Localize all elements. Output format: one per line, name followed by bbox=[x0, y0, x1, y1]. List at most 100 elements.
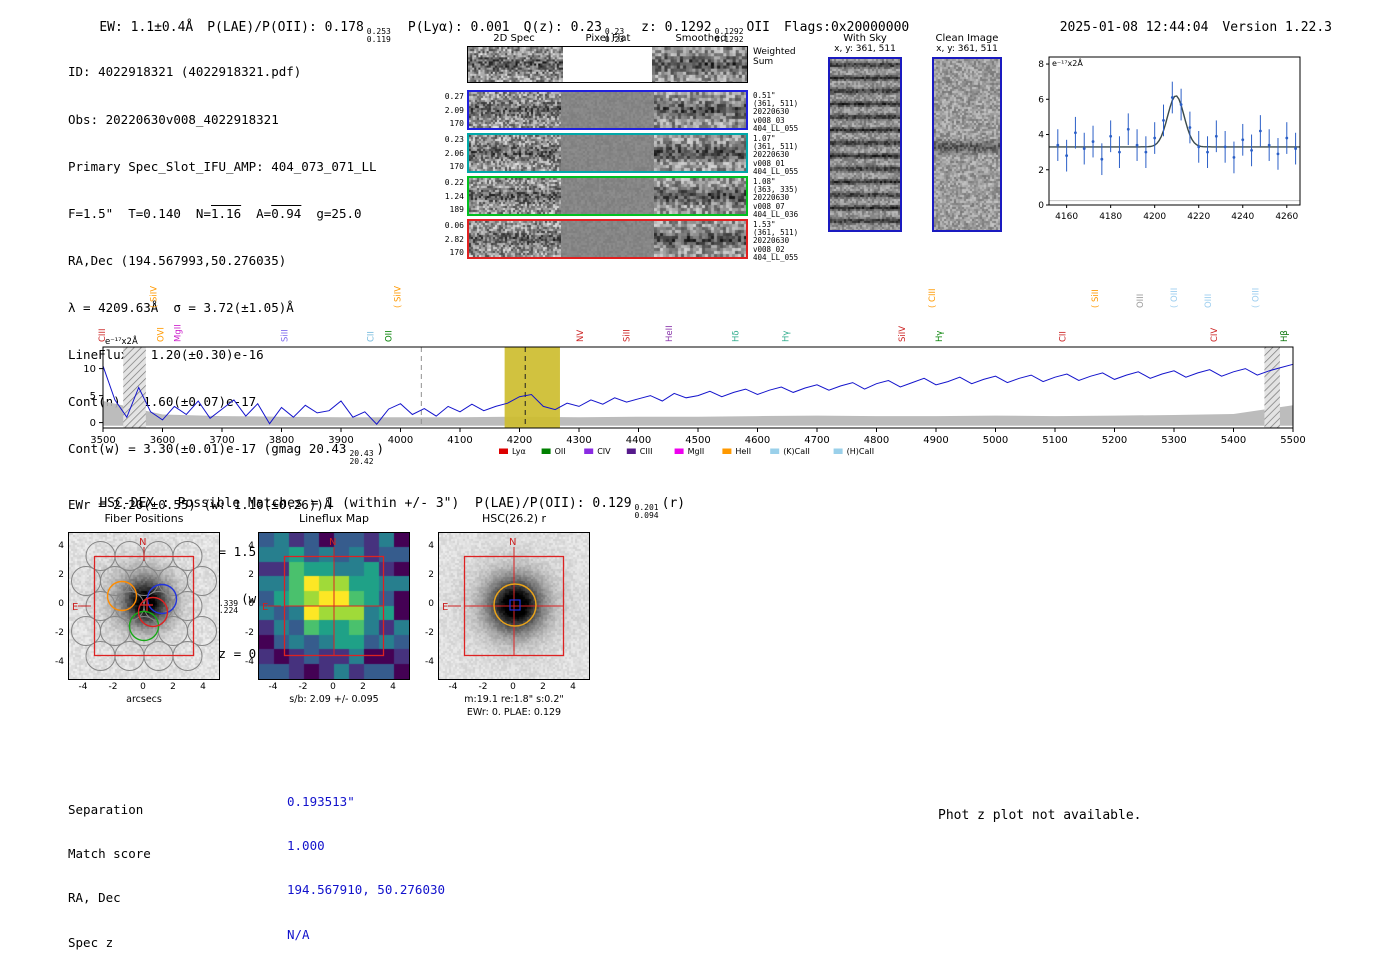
east-label: E bbox=[72, 602, 78, 613]
data-point bbox=[1179, 103, 1183, 106]
data-point bbox=[1241, 138, 1245, 142]
report-datetime: 2025-01-08 12:44:04 bbox=[1059, 20, 1209, 35]
emission-line-label: Hβ bbox=[1280, 330, 1290, 342]
y-tick-label: 4 bbox=[248, 540, 254, 551]
fiber-row: 0.06 2.82 170 1.53" (361, 511) 20220630 v008_… bbox=[445, 219, 798, 262]
fiber-pixel-flat-image bbox=[561, 178, 654, 214]
data-point bbox=[1082, 147, 1086, 151]
emission-line-label: ( SiII bbox=[1091, 289, 1101, 308]
y-tick-label: 4 bbox=[58, 540, 64, 551]
x-tick-label: 4220 bbox=[1187, 212, 1210, 222]
x-tick-label: 4 bbox=[570, 682, 576, 692]
spectrum-line bbox=[102, 363, 1294, 425]
fiber-row-weights: 0.27 2.09 170 bbox=[444, 92, 464, 128]
x-tick-label: 4500 bbox=[685, 435, 710, 446]
data-point bbox=[1232, 156, 1236, 159]
x-tick-label: -4 bbox=[268, 682, 278, 692]
x-tick-label: 3800 bbox=[269, 435, 294, 446]
weighted-sum-row bbox=[467, 46, 748, 83]
fiber-circle bbox=[100, 616, 130, 646]
x-tick-label: 2 bbox=[170, 682, 176, 692]
info-line-aperture: F=1.5" T=0.140 N=1.16 A=0.94 g=25.0 bbox=[68, 205, 362, 221]
fiber-circle bbox=[129, 566, 159, 596]
fiber-positions-cutout: Fiber Positions NE arcsecs -4 -4 -2 -2 0 0 2 2 4… bbox=[44, 510, 244, 725]
fiber-circle bbox=[158, 616, 188, 646]
match-field-value: N/A bbox=[287, 926, 310, 942]
emission-line-label: ( CIII bbox=[928, 289, 938, 308]
data-point bbox=[1118, 150, 1121, 154]
masked-region bbox=[1264, 347, 1280, 428]
emission-line-label: OIII bbox=[1204, 294, 1214, 308]
data-point bbox=[1056, 143, 1060, 147]
x-tick-label: 4800 bbox=[864, 435, 889, 446]
fiber-circle bbox=[158, 566, 188, 596]
fiber-row-annotation: 1.07" (361, 511) 20220630 v008_01 404_LL_055 bbox=[753, 134, 799, 176]
data-point bbox=[1258, 129, 1262, 133]
match-field-value: 194.567910, 50.276030 bbox=[287, 882, 446, 898]
x-tick-label: 3700 bbox=[209, 435, 234, 446]
y-tick-label: 2 bbox=[58, 569, 64, 580]
fiber-row: 0.23 2.06 170 1.07" (361, 511) 20220630 v008_… bbox=[445, 133, 798, 176]
noise-envelope bbox=[103, 401, 1293, 426]
lineflux-map-cutout: Lineflux Map NE s/b: 2.09 +/- 0.095 -4 -4… bbox=[234, 510, 434, 725]
data-point bbox=[1170, 96, 1174, 99]
info-line-id: ID: 4022918321 (4022918321.pdf) bbox=[68, 64, 302, 80]
hsc-r-cutout: HSC(26.2) r NE m:19.1 re:1.8" s:0.2" EWr… bbox=[414, 510, 614, 725]
info-line-primary: Primary Spec_Slot_IFU_AMP: 404_073_071_L… bbox=[68, 158, 377, 174]
match-field-value: 1.000 bbox=[287, 837, 325, 853]
emission-line-label: SiIV bbox=[898, 326, 908, 342]
data-point bbox=[1267, 143, 1271, 147]
data-point bbox=[1074, 131, 1077, 135]
fiber-circle bbox=[172, 591, 203, 621]
emission-line-label: ( SiIV bbox=[150, 286, 160, 308]
emission-line-label: Hγ bbox=[935, 331, 945, 342]
cutout-title: HSC(26.2) r bbox=[481, 512, 547, 525]
cutout-caption: EWr: 0. PLAE: 0.129 bbox=[466, 707, 562, 718]
data-point bbox=[1214, 134, 1218, 138]
fiber-rows: 0.27 2.09 170 0.51" (361, 511) 20220630 v008_… bbox=[445, 90, 798, 262]
y-tick-label: 2 bbox=[428, 569, 434, 580]
y-tick-label: -2 bbox=[55, 628, 64, 639]
col-title-pixelflat: Pixel Flat bbox=[585, 33, 631, 44]
lineflux-map-plot: NE bbox=[258, 532, 410, 680]
data-point bbox=[1294, 147, 1297, 151]
match-field-label: RA, Dec bbox=[68, 890, 121, 906]
emission-line-label: HeII bbox=[665, 325, 675, 342]
emission-line-label: CIV bbox=[1210, 328, 1220, 342]
x-tick-label: 3600 bbox=[150, 435, 175, 446]
legend-label: HeII bbox=[735, 447, 751, 456]
x-tick-label: 4300 bbox=[566, 435, 591, 446]
data-point bbox=[1126, 127, 1130, 131]
x-tick-label: -4 bbox=[448, 682, 458, 692]
legend-label: CIV bbox=[597, 447, 611, 456]
y-tick-label: -4 bbox=[55, 657, 64, 668]
fiber-row: 0.27 2.09 170 0.51" (361, 511) 20220630 v008_… bbox=[445, 90, 798, 133]
data-point bbox=[1144, 150, 1148, 154]
fiber-circle bbox=[71, 566, 101, 596]
y-tick-label: 0 bbox=[248, 599, 254, 609]
fiber-pixel-flat-image bbox=[561, 135, 654, 171]
x-tick-label: 4900 bbox=[923, 435, 948, 446]
y-tick-label: 0 bbox=[428, 599, 434, 609]
x-tick-label: -2 bbox=[108, 682, 118, 692]
emission-line-label: MgII bbox=[173, 324, 183, 342]
fiber-smoothed-image bbox=[654, 221, 746, 257]
fiber-2d-spec-image bbox=[469, 221, 561, 257]
report-version: Version 1.22.3 bbox=[1222, 20, 1332, 35]
legend-swatch bbox=[541, 448, 551, 454]
clean-image-title: Clean Image bbox=[935, 33, 999, 44]
emission-line-label: OIII bbox=[1136, 294, 1146, 308]
fiber-pixel-flat-image bbox=[561, 92, 654, 128]
north-label: N bbox=[509, 537, 516, 548]
match-field-label: Separation bbox=[68, 801, 144, 817]
x-tick-label: 4200 bbox=[1143, 212, 1166, 222]
fiber-circle bbox=[187, 616, 217, 646]
data-point bbox=[1188, 126, 1192, 129]
with-sky-coords: x, y: 361, 511 bbox=[834, 44, 896, 54]
x-tick-label: 0 bbox=[330, 682, 336, 692]
x-tick-label: 4100 bbox=[447, 435, 472, 446]
fiber-2d-spec-image bbox=[469, 178, 561, 214]
data-point bbox=[1162, 119, 1165, 122]
y-tick-label: -4 bbox=[245, 657, 254, 668]
data-point bbox=[1197, 145, 1201, 149]
